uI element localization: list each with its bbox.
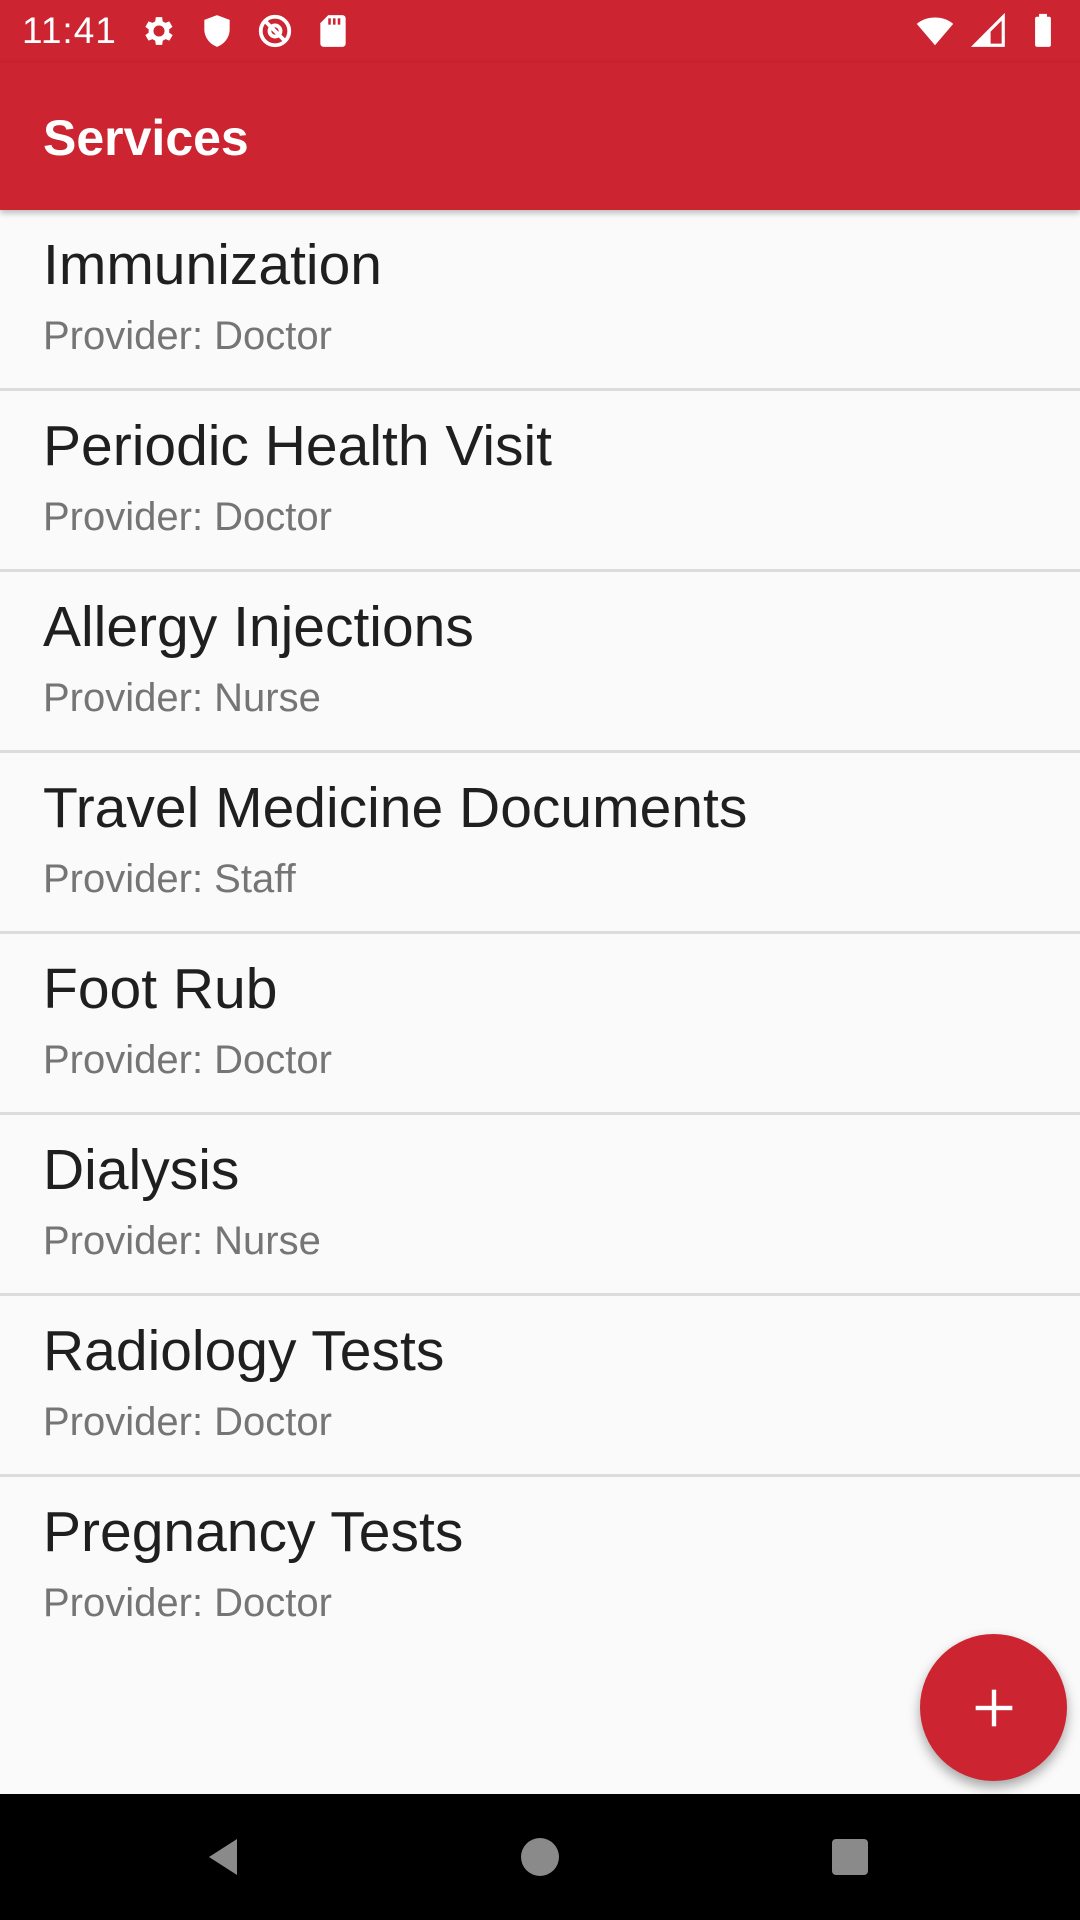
service-provider: Provider: Doctor	[43, 1581, 332, 1625]
service-name: Pregnancy Tests	[43, 1500, 464, 1564]
sd-card-icon	[320, 15, 346, 47]
service-name: Dialysis	[43, 1138, 240, 1202]
at-sign-icon	[258, 14, 292, 48]
list-item[interactable]: Foot Rub Provider: Doctor	[0, 934, 1080, 1115]
service-name: Allergy Injections	[43, 595, 474, 659]
battery-icon	[1035, 13, 1051, 47]
home-button[interactable]	[507, 1824, 573, 1890]
service-name: Foot Rub	[43, 957, 278, 1021]
shield-icon	[204, 15, 230, 47]
list-item[interactable]: Immunization Provider: Doctor	[0, 210, 1080, 391]
service-provider: Provider: Nurse	[43, 1219, 321, 1263]
list-item[interactable]: Travel Medicine Documents Provider: Staf…	[0, 753, 1080, 934]
service-name: Radiology Tests	[43, 1319, 445, 1383]
service-provider: Provider: Doctor	[43, 1400, 332, 1444]
recents-square-icon	[832, 1839, 868, 1875]
service-provider: Provider: Staff	[43, 857, 296, 901]
page-title: Services	[43, 110, 249, 166]
screen: 11:41 Services Immunization Provider: Do…	[0, 0, 1080, 1920]
service-name: Periodic Health Visit	[43, 414, 553, 478]
list-item[interactable]: Pregnancy Tests Provider: Doctor	[0, 1477, 1080, 1655]
list-item[interactable]: Radiology Tests Provider: Doctor	[0, 1296, 1080, 1477]
back-triangle-icon	[209, 1839, 237, 1875]
status-bar: 11:41	[0, 0, 1080, 63]
status-icons-right	[916, 12, 1062, 50]
recents-button[interactable]	[817, 1824, 883, 1890]
plus-icon	[975, 1689, 1012, 1726]
service-provider: Provider: Doctor	[43, 314, 332, 358]
service-name: Travel Medicine Documents	[43, 776, 748, 840]
list-item[interactable]: Periodic Health Visit Provider: Doctor	[0, 391, 1080, 572]
service-provider: Provider: Doctor	[43, 1038, 332, 1082]
add-service-button[interactable]	[920, 1634, 1067, 1781]
system-nav-bar	[0, 1794, 1080, 1920]
service-provider: Provider: Nurse	[43, 676, 321, 720]
status-time: 11:41	[22, 10, 117, 51]
app-bar: Services	[0, 63, 1080, 210]
wifi-icon	[916, 17, 954, 46]
settings-gear-icon	[145, 17, 173, 45]
home-circle-icon	[521, 1838, 559, 1876]
service-name: Immunization	[43, 233, 382, 297]
services-list: Immunization Provider: Doctor Periodic H…	[0, 210, 1080, 1655]
service-provider: Provider: Doctor	[43, 495, 332, 539]
status-icons-left	[140, 12, 352, 50]
cell-signal-icon	[970, 12, 1005, 47]
back-button[interactable]	[192, 1824, 258, 1890]
list-item[interactable]: Dialysis Provider: Nurse	[0, 1115, 1080, 1296]
list-item[interactable]: Allergy Injections Provider: Nurse	[0, 572, 1080, 753]
